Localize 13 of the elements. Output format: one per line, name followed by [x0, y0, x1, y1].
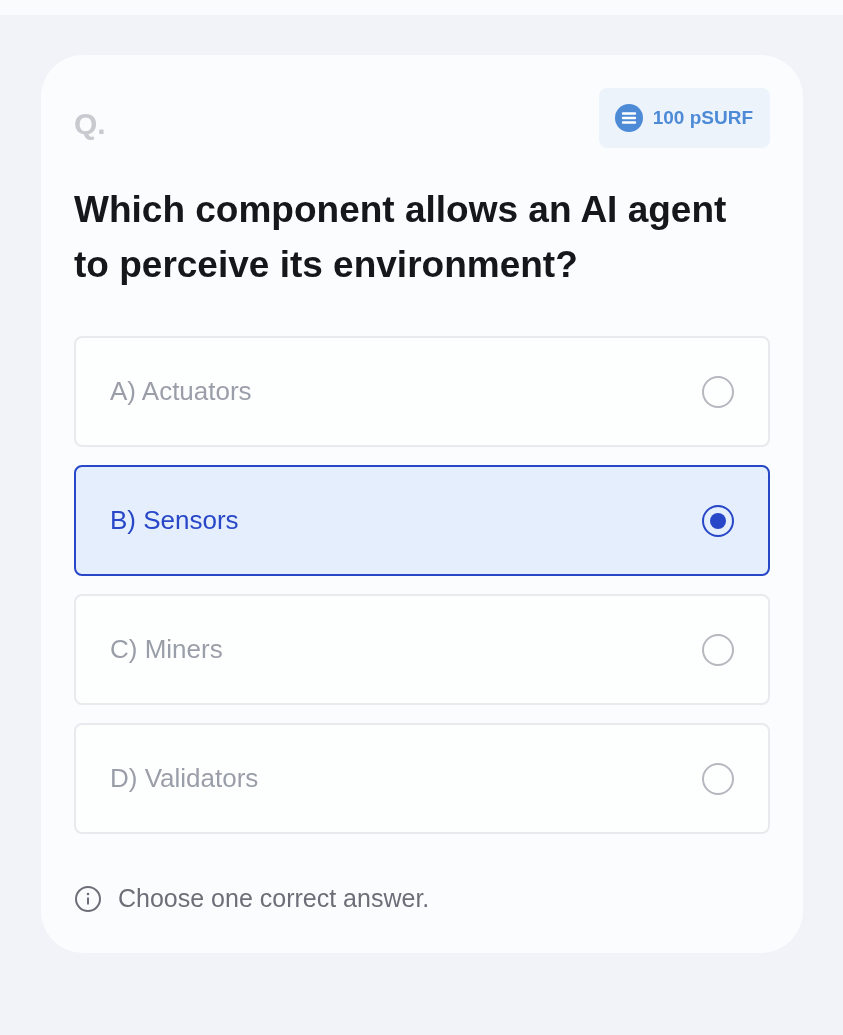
reward-badge: 100 pSURF	[598, 88, 770, 148]
hint-text: Choose one correct answer.	[118, 884, 430, 913]
radio-button[interactable]	[701, 503, 735, 538]
answer-option[interactable]: B) Sensors	[74, 465, 770, 576]
answer-option[interactable]: A) Actuators	[74, 336, 770, 447]
radio-button[interactable]	[701, 632, 735, 667]
coin-icon	[614, 104, 643, 132]
radio-button[interactable]	[701, 374, 735, 409]
info-icon	[74, 884, 102, 913]
radio-button[interactable]	[701, 761, 735, 796]
answer-option[interactable]: D) Validators	[74, 723, 770, 834]
question-text: Which component allows an AI agent to perceive its environment?	[74, 188, 728, 287]
answer-option[interactable]: C) Miners	[74, 594, 770, 705]
